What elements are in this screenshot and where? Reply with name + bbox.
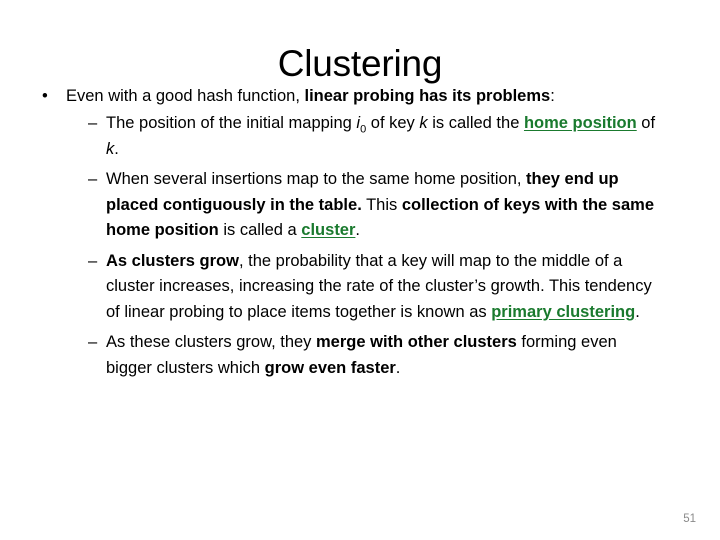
item-text-seg1: The position of the initial mapping	[106, 114, 357, 132]
term-link-cluster[interactable]: cluster	[301, 221, 355, 239]
bullet-marker-icon: •	[42, 87, 48, 105]
item-text-seg1: When several insertions map to the same …	[106, 170, 527, 188]
dash-marker-icon: –	[88, 251, 98, 270]
item-text-bold1: As clusters grow	[106, 251, 239, 270]
variable-k: k	[419, 114, 428, 132]
bullet-level1-linear-probing: • Even with a good hash function, linear …	[0, 84, 720, 109]
page-number: 51	[683, 513, 696, 525]
page-title: Clustering	[277, 43, 443, 84]
bullet-text-part1: Even with a good hash function,	[66, 87, 305, 105]
list-item-home-position: – The position of the initial mapping i0 …	[0, 111, 720, 162]
term-link-primary-clustering[interactable]: primary clustering	[491, 303, 635, 321]
item-text-seg3: .	[395, 358, 401, 377]
item-text-seg4: .	[355, 221, 360, 239]
variable-k-second: k	[106, 139, 115, 158]
sub-bullet-list: – The position of the initial mapping i0 …	[0, 111, 720, 381]
slide: Clustering • Even with a good hash functi…	[0, 0, 720, 540]
bullet-text-emphasis: linear probing has its problems	[304, 87, 551, 105]
bullet-text-part2: :	[550, 87, 555, 105]
item-text-bold2: grow even faster	[264, 358, 396, 377]
list-item-merging-clusters: – As these clusters grow, they merge with…	[0, 330, 720, 381]
list-item-primary-clustering: – As clusters grow, the probability that …	[0, 249, 720, 326]
dash-marker-icon: –	[88, 114, 98, 132]
item-text-bold1: merge with other clusters	[316, 333, 517, 351]
item-text-seg2: .	[635, 302, 640, 321]
item-text-seg3: is called a	[218, 221, 302, 239]
item-text-seg5: .	[114, 139, 119, 158]
dash-marker-icon: –	[88, 333, 98, 351]
item-text-seg4: of	[636, 114, 656, 132]
list-item-cluster-definition: – When several insertions map to the same…	[0, 167, 720, 244]
item-text-seg2: of key	[366, 114, 420, 132]
dash-marker-icon: –	[88, 170, 98, 188]
item-text-seg3: is called the	[427, 114, 524, 132]
slide-body: • Even with a good hash function, linear …	[0, 84, 720, 386]
item-text-seg2: This	[361, 195, 402, 214]
term-link-home-position[interactable]: home position	[524, 114, 637, 132]
item-text-seg1: As these clusters grow, they	[106, 333, 317, 351]
